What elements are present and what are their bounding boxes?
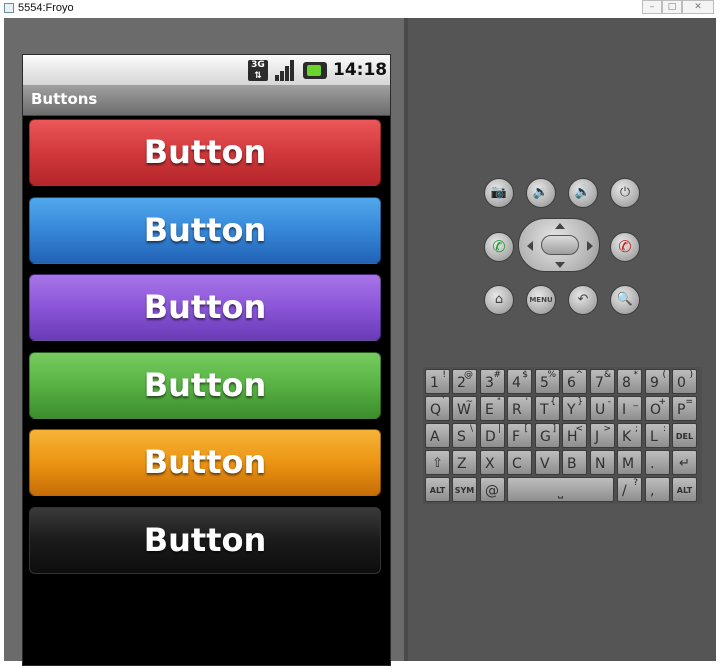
window-title: 5554:Froyo [18,2,74,14]
menu-button[interactable]: MENU [526,285,556,315]
orange-button[interactable]: Button [29,429,381,496]
key-shift[interactable]: ⇧ [425,450,450,475]
key-8[interactable]: 8 * [617,369,642,394]
key-k[interactable]: K; [617,423,642,448]
key-1[interactable]: 1! [425,369,450,394]
home-icon[interactable]: ⌂ [484,285,514,315]
call-icon[interactable]: ✆ [484,232,514,262]
key-sym[interactable]: SYM [452,477,477,502]
key-e[interactable]: E " [480,396,505,421]
black-button[interactable]: Button [29,507,381,574]
app-window-icon [4,3,14,13]
green-button[interactable]: Button [29,352,381,419]
key-u[interactable]: U- [590,396,615,421]
panel-divider [404,18,408,661]
blue-button[interactable]: Button [29,197,381,264]
volume-up-icon[interactable]: 🔊 [568,178,598,208]
key-q[interactable]: Q ` [425,396,450,421]
dpad-center-button[interactable] [541,235,579,255]
key-h[interactable]: H < [562,423,587,448]
hardware-keyboard: 1! 2 @ 3 # 4 $ 5% 6 ^ 7 & 8 * 9( 0) Q ` W ~ E " R… [423,367,702,504]
key-comma[interactable]: , [645,477,670,502]
key-9[interactable]: 9( [645,369,670,394]
3g-icon: 3G ⇅ [248,60,268,81]
red-button[interactable]: Button [29,119,381,186]
key-l[interactable]: L: [645,423,670,448]
key-s[interactable]: S \ [452,423,477,448]
key-g[interactable]: G] [535,423,560,448]
key-v[interactable]: V [535,450,560,475]
key-y[interactable]: Y} [562,396,587,421]
app-title-bar: Buttons [23,85,390,116]
key-a[interactable]: A [425,423,450,448]
dpad-up-icon[interactable] [555,223,565,229]
minimize-icon[interactable]: – [642,0,662,14]
key-slash[interactable]: /? [617,477,642,502]
back-icon[interactable]: ↶ [568,285,598,315]
key-m[interactable]: M [617,450,642,475]
key-7[interactable]: 7 & [590,369,615,394]
device-screen: 3G ⇅ 14:18 Buttons Button Button Button B… [22,54,391,666]
key-enter[interactable]: ↵ [672,450,697,475]
search-icon[interactable]: 🔍 [610,285,640,315]
key-x[interactable]: X [480,450,505,475]
key-3[interactable]: 3 # [480,369,505,394]
camera-icon[interactable]: 📷 [484,178,514,208]
key-4[interactable]: 4 $ [507,369,532,394]
key-o[interactable]: O + [645,396,670,421]
signal-icon [275,60,297,81]
maximize-icon[interactable]: □ [662,0,682,14]
key-j[interactable]: J > [590,423,615,448]
key-b[interactable]: B [562,450,587,475]
end-call-icon[interactable]: ✆ [610,232,640,262]
key-r[interactable]: R ' [507,396,532,421]
key-p[interactable]: P = [672,396,697,421]
key-2[interactable]: 2 @ [452,369,477,394]
key-f[interactable]: F[ [507,423,532,448]
status-bar: 3G ⇅ 14:18 [23,55,390,85]
key-at[interactable]: @ [480,477,505,502]
app-title: Buttons [31,90,98,108]
power-icon[interactable]: ⏻ [610,178,640,208]
key-c[interactable]: C [507,450,532,475]
shift-icon: ⇧ [432,456,443,471]
dpad[interactable] [518,218,600,272]
key-alt-left[interactable]: ALT [425,477,450,502]
device-panel: 3G ⇅ 14:18 Buttons Button Button Button B… [4,18,404,666]
key-delete[interactable]: DEL [672,423,697,448]
key-t[interactable]: T{ [535,396,560,421]
window-titlebar: 5554:Froyo – □ ✕ [0,0,720,17]
status-time: 14:18 [333,60,388,80]
dpad-left-icon[interactable] [527,241,533,251]
space-icon: ⎵ [557,484,564,499]
emulator-frame: 3G ⇅ 14:18 Buttons Button Button Button B… [4,18,716,666]
purple-button[interactable]: Button [29,274,381,341]
key-w[interactable]: W ~ [452,396,477,421]
battery-charging-icon [303,62,327,79]
key-0[interactable]: 0) [672,369,697,394]
enter-icon: ↵ [679,456,690,471]
key-period[interactable]: . [645,450,670,475]
key-i[interactable]: I _ [617,396,642,421]
key-d[interactable]: D | [480,423,505,448]
dpad-down-icon[interactable] [555,262,565,268]
volume-down-icon[interactable]: 🔉 [526,178,556,208]
key-6[interactable]: 6 ^ [562,369,587,394]
key-z[interactable]: Z [452,450,477,475]
dpad-right-icon[interactable] [587,241,593,251]
key-alt-right[interactable]: ALT [672,477,697,502]
key-5[interactable]: 5% [535,369,560,394]
key-n[interactable]: N [590,450,615,475]
close-icon[interactable]: ✕ [682,0,714,14]
key-space[interactable]: ⎵ [507,477,614,502]
